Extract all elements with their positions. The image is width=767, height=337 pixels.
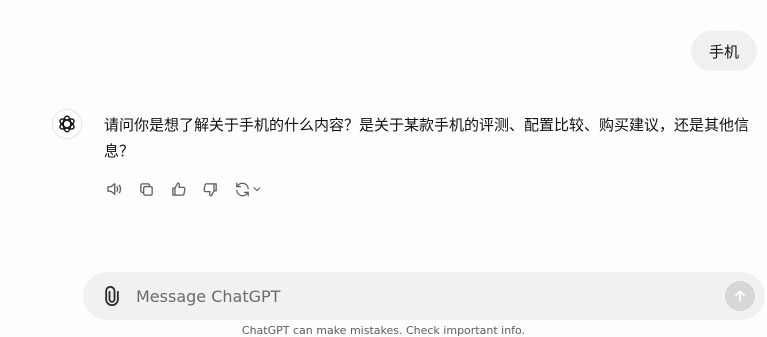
speaker-icon — [107, 183, 122, 195]
good-response-button[interactable] — [168, 178, 188, 200]
paperclip-icon — [105, 285, 119, 307]
attach-file-button[interactable] — [101, 284, 123, 308]
assistant-message-text: 请问你是想了解关于手机的什么内容？是关于某款手机的评测、配置比较、购买建议，还是… — [104, 116, 750, 160]
arrow-up-icon — [735, 290, 745, 302]
regenerate-button[interactable] — [232, 178, 264, 200]
user-message-text: 手机 — [708, 42, 739, 61]
disclaimer-text: ChatGPT can make mistakes. Check importa… — [241, 324, 526, 337]
chevron-down-icon — [253, 187, 261, 192]
chatgpt-logo-icon — [52, 109, 82, 139]
thumbs-down-icon — [202, 182, 217, 197]
send-button[interactable] — [725, 281, 755, 311]
message-input[interactable] — [134, 280, 725, 312]
user-message-bubble: 手机 — [690, 31, 757, 71]
copy-icon — [139, 182, 153, 196]
copy-button[interactable] — [136, 178, 156, 200]
message-composer — [83, 272, 765, 320]
regenerate-icon — [236, 181, 249, 197]
thumbs-up-icon — [171, 181, 186, 196]
message-actions — [104, 178, 264, 200]
read-aloud-button[interactable] — [104, 178, 124, 200]
bad-response-button[interactable] — [200, 178, 220, 200]
